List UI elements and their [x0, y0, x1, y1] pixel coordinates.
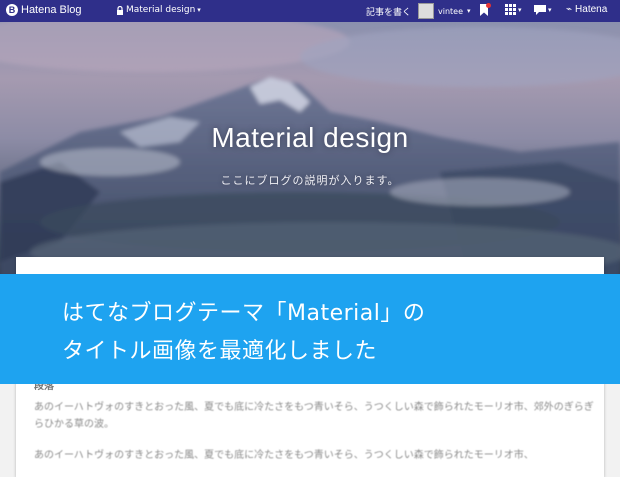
notification-dot	[486, 3, 491, 8]
article-paragraph: あのイーハトヴォのすきとおった風、夏でも底に冷たさをもつ青いそら、うつくしい森で…	[34, 402, 594, 430]
avatar	[418, 3, 434, 19]
chat-menu[interactable]: ▾	[534, 5, 552, 15]
chevron-down-icon: ▾	[548, 6, 552, 14]
blog-selector[interactable]: Material design ▾	[116, 5, 201, 15]
apps-menu[interactable]: ▾	[505, 4, 522, 15]
banner-text-line: はてなブログテーマ「Material」の	[62, 301, 426, 326]
user-menu[interactable]: vintee ▾	[418, 3, 471, 19]
announcement-banner: はてなブログテーマ「Material」の タイトル画像を最適化しました	[0, 274, 620, 384]
blog-title[interactable]: Material design	[0, 122, 620, 154]
brand-mark-icon: ⌁	[566, 4, 573, 15]
article-paragraph: あのイーハトヴォのすきとおった風、夏でも底に冷たさをもつ青いそら、うつくしい森で…	[34, 450, 534, 461]
chevron-down-icon: ▾	[467, 7, 471, 15]
top-navigation-bar: B Hatena Blog Material design ▾ 記事を書く vi…	[0, 0, 620, 22]
grid-icon	[505, 4, 516, 15]
logo-text: Hatena Blog	[21, 4, 82, 16]
hatena-brand[interactable]: ⌁ Hatena	[566, 4, 607, 15]
bookmark-icon[interactable]	[479, 3, 491, 16]
blog-selector-label: Material design	[126, 5, 196, 15]
chevron-down-icon: ▾	[197, 6, 201, 14]
blog-description: ここにブログの説明が入ります。	[220, 174, 400, 187]
username: vintee	[438, 6, 464, 16]
chat-icon	[534, 5, 546, 15]
banner-text-line: タイトル画像を最適化しました	[62, 339, 378, 364]
blog-header-image: Material design ここにブログの説明が入ります。	[0, 22, 620, 280]
brand-text: Hatena	[575, 4, 608, 15]
hatena-logo-icon: B	[6, 4, 18, 16]
lock-icon	[117, 5, 123, 15]
write-article-link[interactable]: 記事を書く	[366, 5, 411, 18]
hatena-blog-logo[interactable]: B Hatena Blog	[6, 4, 82, 16]
chevron-down-icon: ▾	[518, 5, 522, 14]
